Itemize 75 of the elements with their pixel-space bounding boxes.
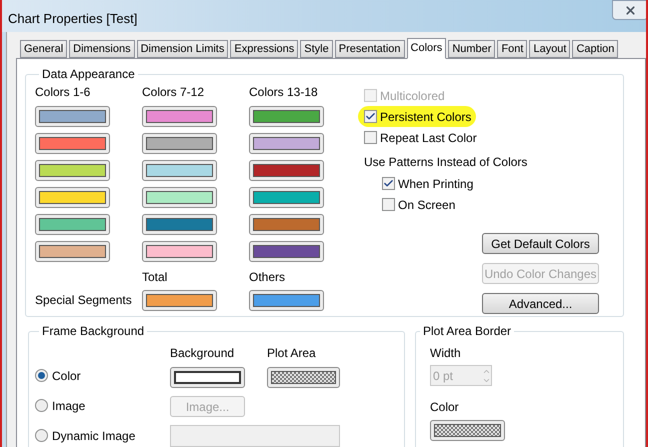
color-swatch-button[interactable]: [142, 241, 217, 262]
color-swatch-button[interactable]: [249, 160, 324, 181]
tab[interactable]: General: [20, 40, 68, 58]
radio-button[interactable]: [35, 369, 48, 382]
checkbox-label: On Screen: [398, 196, 456, 214]
color-swatch-button[interactable]: [249, 241, 324, 262]
window-title: Chart Properties [Test]: [8, 10, 138, 28]
checkbox[interactable]: [382, 177, 395, 190]
color-swatch-button[interactable]: [142, 133, 217, 154]
color-swatch-button[interactable]: [35, 187, 110, 208]
color-swatch-button[interactable]: [249, 187, 324, 208]
color-swatch-button[interactable]: [249, 106, 324, 127]
field-label: Color: [430, 399, 460, 416]
tab[interactable]: Style: [300, 40, 333, 58]
row-label: Special Segments: [35, 292, 132, 309]
tab[interactable]: Colors: [406, 38, 446, 59]
column-heading: Total: [142, 269, 168, 286]
color-swatch-button[interactable]: [142, 187, 217, 208]
radio-button[interactable]: [35, 399, 48, 412]
color-swatch-button[interactable]: [430, 420, 505, 441]
column-heading: Colors 13-18: [249, 84, 319, 101]
color-swatch-button[interactable]: [249, 290, 324, 311]
checkbox-label: Multicolored: [380, 88, 445, 104]
check-icon: [383, 178, 394, 189]
color-swatch-button[interactable]: [35, 241, 110, 262]
color-swatch-button[interactable]: [249, 133, 324, 154]
tab[interactable]: Presentation: [334, 40, 405, 58]
group-title: Frame Background: [41, 323, 146, 340]
column-heading: Plot Area: [267, 345, 317, 362]
column-heading: Background: [170, 345, 236, 362]
radio-button[interactable]: [35, 429, 48, 442]
checkbox-label: Persistent Colors: [380, 108, 472, 126]
group-title: Plot Area Border: [422, 323, 512, 340]
tab[interactable]: Dimensions: [69, 40, 135, 58]
column-heading: Others: [249, 269, 286, 286]
radio-label: Image: [52, 398, 86, 414]
column-heading: Colors 7-12: [142, 84, 206, 101]
checkbox[interactable]: [364, 110, 377, 123]
section-label: Use Patterns Instead of Colors: [364, 154, 528, 171]
checkbox[interactable]: [382, 198, 395, 211]
radio-label: Dynamic Image: [52, 428, 136, 444]
color-swatch-button[interactable]: [35, 133, 110, 154]
color-swatch-button[interactable]: [142, 106, 217, 127]
tab[interactable]: Dimension Limits: [136, 40, 228, 58]
tab[interactable]: Caption: [572, 40, 618, 58]
radio-label: Color: [52, 368, 81, 384]
tab[interactable]: Expressions: [230, 40, 298, 58]
close-button[interactable]: [612, 0, 646, 20]
color-swatch-button[interactable]: [142, 214, 217, 235]
swatch-pattern: [271, 371, 336, 384]
color-swatch-button[interactable]: [35, 160, 110, 181]
check-icon: [365, 111, 376, 122]
checkbox-label: When Printing: [398, 176, 474, 192]
group-title: Data Appearance: [41, 66, 136, 83]
color-swatch-button[interactable]: [249, 214, 324, 235]
color-swatch-button[interactable]: [35, 106, 110, 127]
push-button[interactable]: Advanced...: [482, 293, 599, 314]
column-heading: Colors 1-6: [35, 84, 92, 101]
close-icon: [624, 4, 636, 16]
push-button[interactable]: Get Default Colors: [482, 233, 599, 254]
tab[interactable]: Layout: [529, 40, 570, 58]
color-swatch-button[interactable]: [142, 290, 217, 311]
tab[interactable]: Number: [448, 40, 496, 58]
color-swatch-button[interactable]: [142, 160, 217, 181]
field-label: Width: [430, 345, 462, 362]
color-swatch-button[interactable]: [170, 367, 245, 388]
tab[interactable]: Font: [497, 40, 528, 58]
swatch-pattern: [434, 424, 501, 437]
color-swatch-button[interactable]: [267, 367, 340, 388]
input-field[interactable]: [170, 425, 340, 447]
swatch-color: [174, 371, 241, 384]
spin-value: 0 pt: [433, 368, 454, 384]
checkbox[interactable]: [364, 131, 377, 144]
checkbox-label: Repeat Last Color: [380, 130, 477, 146]
color-swatch-button[interactable]: [35, 214, 110, 235]
